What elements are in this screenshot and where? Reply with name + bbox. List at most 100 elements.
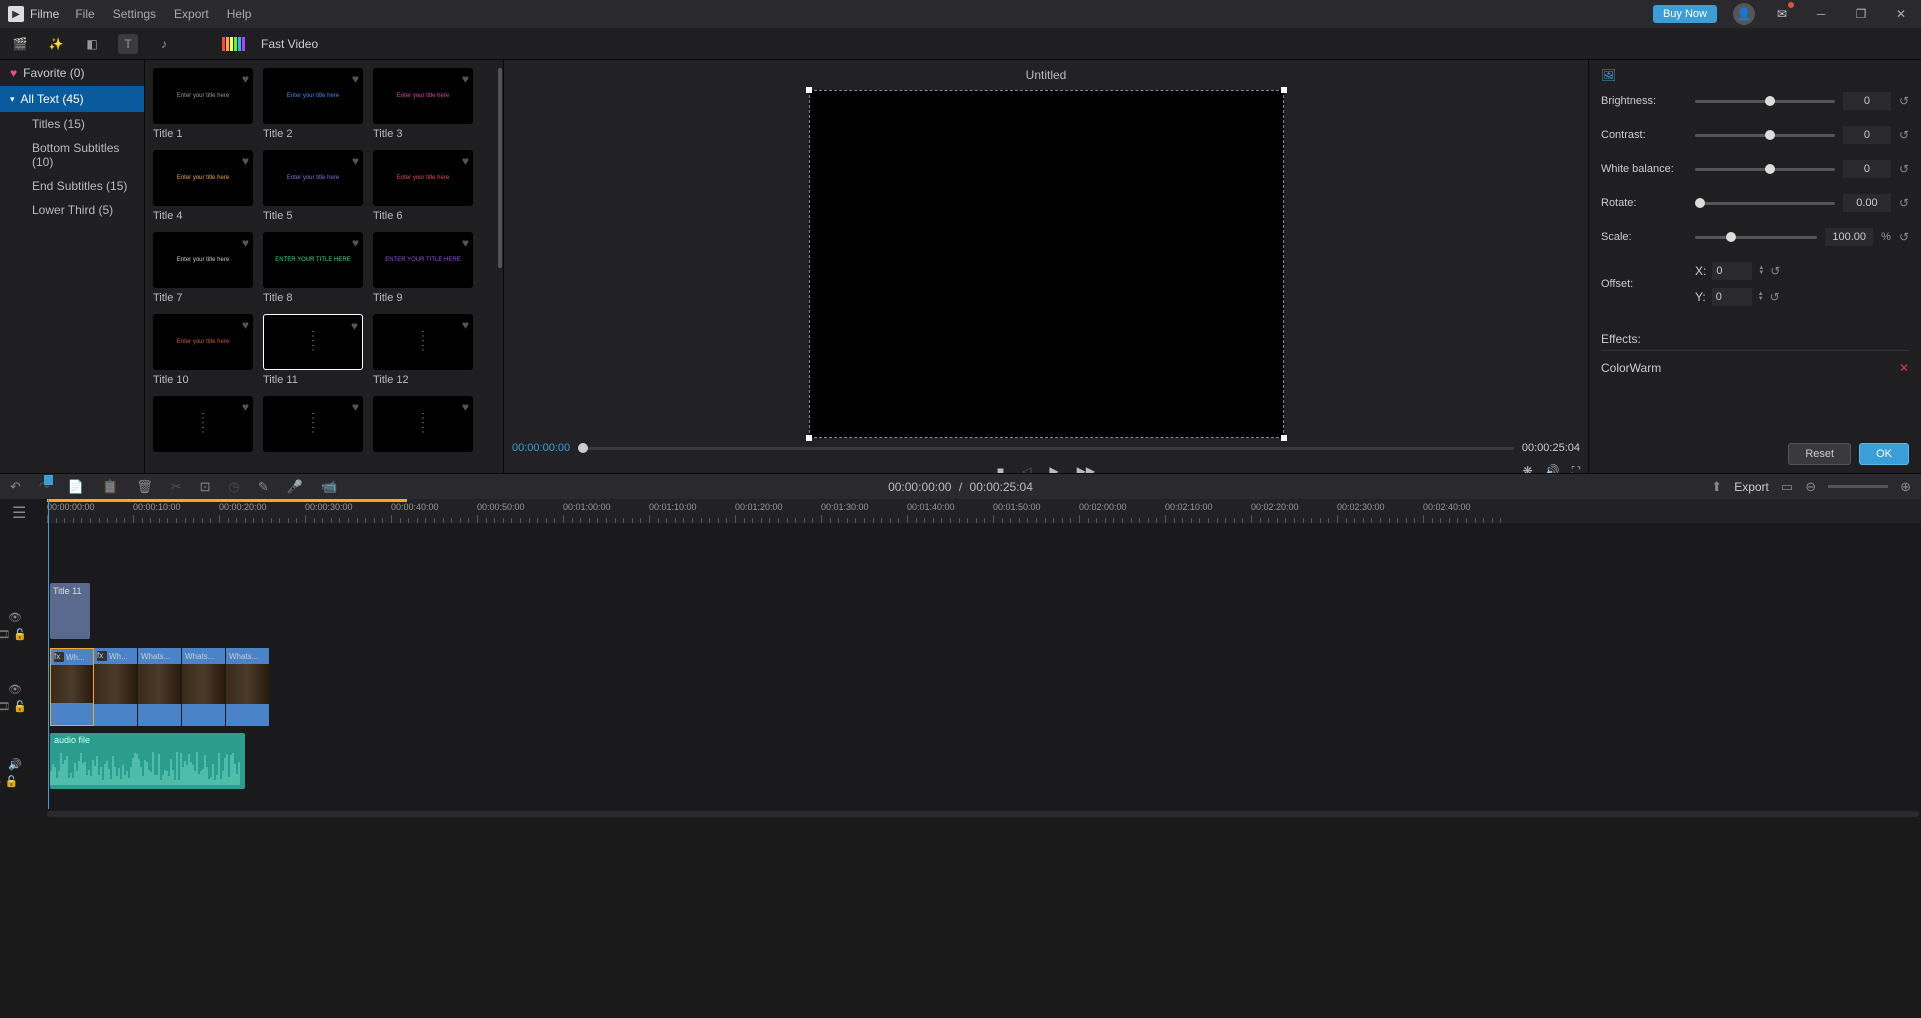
zoom-in-icon[interactable]: ⊕ xyxy=(1900,479,1911,495)
brightness-slider[interactable] xyxy=(1695,100,1835,103)
voiceover-icon[interactable]: 🎤 xyxy=(287,479,303,495)
offset-x-input[interactable] xyxy=(1712,262,1752,280)
record-icon[interactable]: 📹 xyxy=(321,479,337,495)
reset-icon[interactable]: ↺ xyxy=(1899,94,1909,108)
favorite-heart-icon[interactable]: ♥ xyxy=(351,319,358,333)
sidebar-titles[interactable]: Titles (15) xyxy=(0,112,144,136)
sidebar-all-text[interactable]: ▾ All Text (45) xyxy=(0,86,144,112)
menu-settings[interactable]: Settings xyxy=(113,7,156,21)
contrast-slider[interactable] xyxy=(1695,134,1835,137)
favorite-heart-icon[interactable]: ♥ xyxy=(462,236,469,250)
ok-button[interactable]: OK xyxy=(1859,443,1909,465)
preview-seek-head[interactable] xyxy=(578,443,588,453)
sidebar-bottom-subtitles[interactable]: Bottom Subtitles (10) xyxy=(0,136,144,174)
contrast-input[interactable] xyxy=(1843,126,1891,144)
template-thumb[interactable]: ♥ENTER YOUR TITLE HERE xyxy=(263,232,363,288)
video-clip[interactable]: Whats... xyxy=(138,648,182,726)
split-icon[interactable]: ✂ xyxy=(171,479,182,495)
menu-file[interactable]: File xyxy=(75,7,94,21)
effect-item[interactable]: ColorWarm ✕ xyxy=(1601,357,1909,379)
sidebar-lower-third[interactable]: Lower Third (5) xyxy=(0,198,144,222)
paste-icon[interactable]: 📋 xyxy=(102,479,118,495)
favorite-heart-icon[interactable]: ♥ xyxy=(462,400,469,414)
rotate-input[interactable] xyxy=(1843,194,1891,212)
reset-icon[interactable]: ↺ xyxy=(1899,162,1909,176)
speaker-icon[interactable]: 🔊 xyxy=(8,758,22,771)
favorite-heart-icon[interactable]: ♥ xyxy=(462,72,469,86)
favorite-heart-icon[interactable]: ♥ xyxy=(352,154,359,168)
offset-y-input[interactable] xyxy=(1712,288,1752,306)
audio-clip[interactable]: audio file xyxy=(50,733,245,789)
template-thumb[interactable]: ♥····· xyxy=(373,314,473,370)
resize-handle[interactable] xyxy=(806,435,812,441)
minimize-icon[interactable]: ─ xyxy=(1809,7,1833,21)
favorite-heart-icon[interactable]: ♥ xyxy=(242,72,249,86)
zoom-out-icon[interactable]: ⊖ xyxy=(1805,479,1816,495)
export-label[interactable]: Export xyxy=(1734,480,1769,494)
eye-icon[interactable]: 👁 xyxy=(8,683,27,696)
export-icon[interactable]: ⬆ xyxy=(1711,479,1722,495)
maximize-icon[interactable]: ❐ xyxy=(1849,7,1873,21)
white-balance-input[interactable] xyxy=(1843,160,1891,178)
favorite-heart-icon[interactable]: ♥ xyxy=(352,236,359,250)
eye-icon[interactable]: 👁 xyxy=(8,611,27,624)
timeline-ruler[interactable]: 00:00:00:0000:00:10:0000:00:20:0000:00:3… xyxy=(47,499,1921,523)
close-icon[interactable]: ✕ xyxy=(1889,7,1913,21)
template-thumb[interactable]: ♥····· xyxy=(263,396,363,452)
undo-icon[interactable]: ↶ xyxy=(10,479,21,495)
favorite-heart-icon[interactable]: ♥ xyxy=(242,154,249,168)
preview-seek-track[interactable] xyxy=(578,447,1514,450)
playhead[interactable] xyxy=(48,499,49,809)
resize-handle[interactable] xyxy=(1281,435,1287,441)
music-icon[interactable]: ♪ 🔓 xyxy=(0,775,22,788)
reset-icon[interactable]: ↺ xyxy=(1899,196,1909,210)
favorite-heart-icon[interactable]: ♥ xyxy=(242,236,249,250)
favorite-heart-icon[interactable]: ♥ xyxy=(352,400,359,414)
favorite-heart-icon[interactable]: ♥ xyxy=(462,154,469,168)
work-area-bar[interactable] xyxy=(47,499,407,502)
resize-handle[interactable] xyxy=(806,87,812,93)
text-icon[interactable]: T xyxy=(118,34,138,54)
favorite-heart-icon[interactable]: ♥ xyxy=(242,318,249,332)
zoom-slider[interactable] xyxy=(1828,485,1888,488)
crop-icon[interactable]: ⊡ xyxy=(200,479,211,495)
favorite-heart-icon[interactable]: ♥ xyxy=(242,400,249,414)
video-clip[interactable]: Whats... xyxy=(182,648,226,726)
user-icon[interactable]: 👤 xyxy=(1733,3,1755,25)
favorite-heart-icon[interactable]: ♥ xyxy=(352,72,359,86)
template-thumb[interactable]: ♥Enter your title here xyxy=(153,314,253,370)
image-properties-icon[interactable]: 🖼 xyxy=(1601,68,1909,82)
template-thumb[interactable]: ♥····· xyxy=(373,396,473,452)
template-thumb[interactable]: ♥ENTER YOUR TITLE HERE xyxy=(373,232,473,288)
white-balance-slider[interactable] xyxy=(1695,168,1835,171)
fast-video-icon[interactable] xyxy=(222,37,245,51)
reset-icon[interactable]: ↺ xyxy=(1899,230,1909,244)
template-thumb[interactable]: ♥····· xyxy=(153,396,253,452)
template-thumb[interactable]: ♥Enter your title here xyxy=(153,68,253,124)
template-thumb[interactable]: ♥Enter your title here xyxy=(263,68,363,124)
title-clip[interactable]: Title 11 xyxy=(50,583,90,639)
music-icon[interactable]: ♪ xyxy=(154,34,174,54)
video-clip[interactable]: fxWh... xyxy=(94,648,138,726)
spinner-icon[interactable]: ▲▼ xyxy=(1758,266,1764,276)
preview-frame[interactable] xyxy=(809,90,1284,438)
spinner-icon[interactable]: ▲▼ xyxy=(1758,292,1764,302)
delete-effect-icon[interactable]: ✕ xyxy=(1899,361,1909,375)
filters-icon[interactable]: ◧ xyxy=(82,34,102,54)
video-clip[interactable]: fxWh... xyxy=(50,648,94,726)
scale-input[interactable] xyxy=(1825,228,1873,246)
menu-export[interactable]: Export xyxy=(174,7,209,21)
templates-scrollbar[interactable] xyxy=(498,68,502,268)
sidebar-favorite[interactable]: ♥ Favorite (0) xyxy=(0,60,144,86)
timeline-scrollbar[interactable] xyxy=(47,811,1919,817)
reset-button[interactable]: Reset xyxy=(1788,443,1851,465)
reset-icon[interactable]: ↺ xyxy=(1770,264,1780,278)
buy-now-button[interactable]: Buy Now xyxy=(1653,5,1717,23)
reset-icon[interactable]: ↺ xyxy=(1899,128,1909,142)
template-thumb[interactable]: ♥Enter your title here xyxy=(153,232,253,288)
copy-icon[interactable]: 📄 xyxy=(68,479,84,495)
menu-help[interactable]: Help xyxy=(227,7,252,21)
video-clip[interactable]: Whats... xyxy=(226,648,270,726)
template-thumb[interactable]: ♥····· xyxy=(263,314,363,370)
timeline-menu-icon[interactable]: ☰ xyxy=(12,503,26,523)
